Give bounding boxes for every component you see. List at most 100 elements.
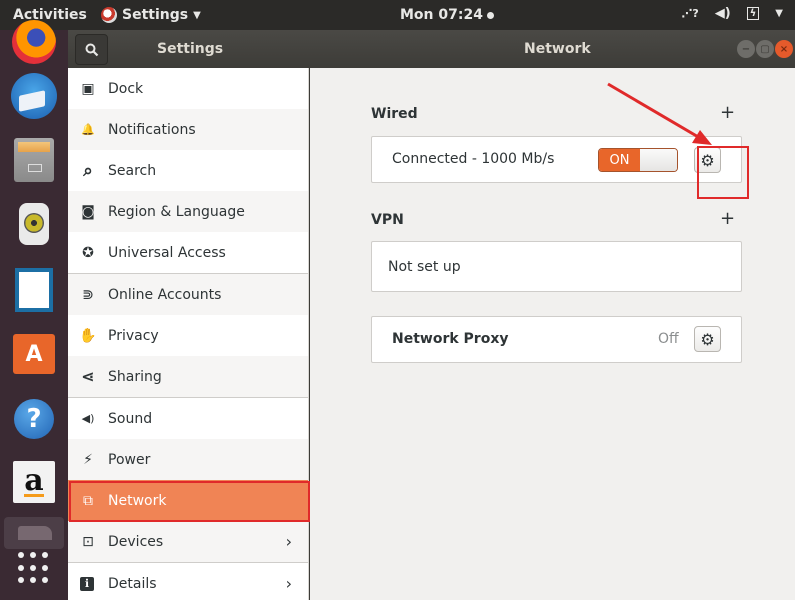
settings-app-icon (101, 7, 117, 23)
thunderbird-icon (11, 73, 57, 119)
firefox-icon (12, 20, 56, 64)
dock-libreoffice-writer[interactable] (10, 266, 58, 314)
maximize-button[interactable]: ▢ (756, 40, 774, 58)
devices-icon: ⊡ (82, 533, 94, 550)
sidebar-item-power[interactable]: ⚡ Power (68, 439, 308, 480)
wired-section-title: Wired (371, 106, 418, 122)
dock-ubuntu-software[interactable]: A (10, 330, 58, 378)
page-title: Network (524, 41, 591, 57)
vpn-card: Not set up (371, 241, 742, 292)
clock-label: Mon 07:24 (400, 7, 483, 23)
sidebar-item-notifications[interactable]: 🔔 Notifications (68, 109, 308, 150)
sidebar-item-label: Region & Language (108, 203, 245, 220)
running-app-icon (18, 526, 52, 540)
sidebar-item-label: Power (108, 451, 151, 468)
sidebar-item-label: Universal Access (108, 244, 226, 261)
network-proxy-settings-button[interactable]: ⚙ (694, 326, 721, 352)
app-menu[interactable]: Settings ▼ (101, 7, 201, 23)
vpn-section-title: VPN (371, 212, 404, 228)
sidebar-item-details[interactable]: ℹ Details › (68, 562, 308, 600)
sidebar-item-universal-access[interactable]: ✪ Universal Access (68, 232, 308, 273)
sidebar-item-sound[interactable]: ◀) Sound (68, 397, 308, 439)
gear-icon: ⚙ (700, 329, 715, 349)
wired-status: Connected - 1000 Mb/s (392, 151, 555, 167)
sidebar-item-label: Devices (108, 533, 164, 550)
show-applications-button[interactable] (18, 552, 50, 584)
sidebar-item-label: Search (108, 162, 157, 179)
dock-amazon[interactable]: a (10, 458, 58, 506)
sidebar-item-devices[interactable]: ⊡ Devices › (68, 521, 308, 562)
wired-settings-button[interactable]: ⚙ (694, 147, 721, 173)
network-proxy-label: Network Proxy (392, 331, 509, 347)
files-icon (14, 138, 54, 182)
power-plug-icon: ⚡ (83, 451, 93, 468)
dock-rhythmbox[interactable] (10, 200, 58, 248)
notification-dot-icon (486, 11, 494, 19)
flag-icon: ◙ (81, 203, 95, 220)
vpn-status: Not set up (388, 259, 461, 275)
dock: A ? a (0, 20, 68, 600)
accessibility-icon: ✪ (82, 244, 94, 261)
amazon-icon: a (13, 461, 55, 503)
sidebar-item-sharing[interactable]: ⋖ Sharing (68, 356, 308, 397)
system-menu-caret-icon[interactable]: ▼ (775, 8, 783, 19)
search-icon: ⌕ (83, 160, 93, 181)
software-icon: A (13, 334, 55, 374)
network-unknown-icon[interactable]: ⋰? (681, 7, 698, 20)
sidebar-item-label: Network (108, 492, 167, 509)
dock-firefox[interactable] (10, 18, 58, 66)
dock-icon: ▣ (81, 80, 95, 97)
sidebar-item-label: Details (108, 575, 157, 592)
sidebar-item-region-language[interactable]: ◙ Region & Language (68, 191, 308, 232)
network-proxy-card[interactable]: Network Proxy Off ⚙ (371, 316, 742, 363)
sidebar-item-online-accounts[interactable]: ⋑ Online Accounts (68, 273, 308, 315)
caret-down-icon: ▼ (193, 9, 201, 21)
sidebar-item-privacy[interactable]: ✋ Privacy (68, 315, 308, 356)
sidebar-item-search[interactable]: ⌕ Search (68, 150, 308, 191)
toggle-knob (640, 149, 677, 171)
hand-icon: ✋ (79, 327, 97, 344)
sidebar-item-label: Notifications (108, 121, 196, 138)
wired-connection-card: Connected - 1000 Mb/s ON ⚙ (371, 136, 742, 183)
gear-icon: ⚙ (700, 150, 715, 170)
sidebar-item-label: Sound (108, 410, 153, 427)
toggle-on-label: ON (599, 149, 640, 171)
system-tray[interactable]: ⋰? ◀) ϟ ▼ (681, 6, 783, 21)
sidebar-item-dock[interactable]: ▣ Dock (68, 68, 308, 109)
search-button[interactable] (75, 34, 108, 65)
clock[interactable]: Mon 07:24 (400, 7, 494, 23)
app-menu-label: Settings (122, 7, 189, 23)
wired-toggle[interactable]: ON (598, 148, 678, 172)
volume-icon[interactable]: ◀) (715, 6, 731, 21)
sidebar-item-label: Dock (108, 80, 144, 97)
rhythmbox-icon (19, 203, 49, 245)
bell-icon: 🔔 (81, 123, 95, 136)
search-icon (85, 43, 98, 56)
settings-sidebar: ▣ Dock 🔔 Notifications ⌕ Search ◙ Region… (68, 68, 309, 600)
sidebar-title: Settings (157, 41, 224, 57)
dock-files[interactable] (10, 136, 58, 184)
dock-running-app[interactable] (4, 517, 64, 549)
help-icon: ? (14, 399, 54, 439)
close-button[interactable]: × (775, 40, 793, 58)
chevron-right-icon: › (285, 574, 292, 593)
info-icon: ℹ (80, 576, 94, 591)
dock-help[interactable]: ? (10, 395, 58, 443)
network-icon: ⧉ (83, 492, 93, 509)
sidebar-item-label: Privacy (108, 327, 159, 344)
add-wired-button[interactable]: + (720, 102, 735, 123)
sidebar-item-network[interactable]: ⧉ Network (68, 480, 308, 521)
speaker-icon: ◀) (81, 412, 95, 425)
top-bar: Activities Settings ▼ Mon 07:24 ⋰? ◀) ϟ … (0, 0, 795, 30)
sidebar-item-label: Sharing (108, 368, 162, 385)
share-icon: ⋖ (81, 367, 95, 386)
minimize-button[interactable]: − (737, 40, 755, 58)
sidebar-item-label: Online Accounts (108, 286, 222, 303)
writer-icon (15, 268, 53, 312)
dock-thunderbird[interactable] (10, 72, 58, 120)
network-proxy-status: Off (658, 331, 679, 347)
network-panel: Wired + Connected - 1000 Mb/s ON ⚙ VPN +… (310, 68, 795, 600)
battery-charging-icon[interactable]: ϟ (746, 7, 760, 20)
window-header: Settings Network − ▢ × (68, 30, 795, 68)
add-vpn-button[interactable]: + (720, 208, 735, 229)
